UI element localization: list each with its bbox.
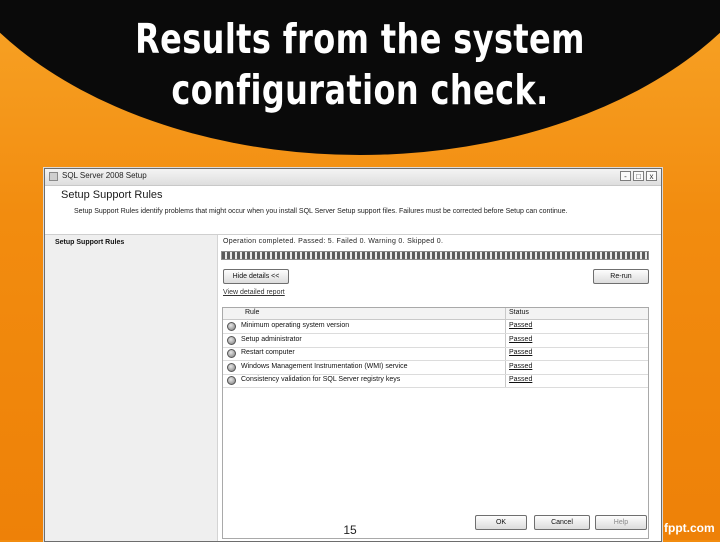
page-title: Setup Support Rules xyxy=(61,189,163,201)
rule-name: Minimum operating system version xyxy=(241,322,350,329)
slide-title-line-2: configuration check. xyxy=(171,66,549,114)
column-header-status[interactable]: Status xyxy=(509,309,529,316)
table-row[interactable]: Setup administrator Passed xyxy=(223,334,648,348)
rule-status-link[interactable]: Passed xyxy=(509,322,532,329)
slide-title-line-1: Results from the system xyxy=(135,15,585,63)
progress-bar xyxy=(221,251,649,260)
passed-icon xyxy=(227,335,236,345)
minimize-button[interactable]: - xyxy=(620,171,631,181)
passed-icon xyxy=(227,362,236,372)
window-controls: - □ x xyxy=(620,171,657,181)
rules-content: Operation completed. Passed: 5. Failed 0… xyxy=(221,235,653,541)
page-header: Setup Support Rules Setup Support Rules … xyxy=(45,186,661,235)
app-icon xyxy=(49,172,58,181)
maximize-button[interactable]: □ xyxy=(633,171,644,181)
slide-page-number: 15 xyxy=(343,523,357,537)
rerun-button[interactable]: Re-run xyxy=(593,269,649,284)
brand-logo-text: fppt.com xyxy=(664,521,715,535)
nav-item-setup-support-rules[interactable]: Setup Support Rules xyxy=(55,239,124,246)
table-header: Rule Status xyxy=(223,308,648,320)
window-title: SQL Server 2008 Setup xyxy=(62,171,147,180)
table-row[interactable]: Minimum operating system version Passed xyxy=(223,320,648,334)
column-header-rule[interactable]: Rule xyxy=(245,309,259,316)
help-button[interactable]: Help xyxy=(595,515,647,530)
passed-icon xyxy=(227,376,236,385)
rule-status-link[interactable]: Passed xyxy=(509,336,532,343)
passed-icon xyxy=(227,322,236,331)
window-titlebar: SQL Server 2008 Setup - □ x xyxy=(45,169,661,186)
cancel-button[interactable]: Cancel xyxy=(534,515,590,530)
passed-icon xyxy=(227,349,236,358)
table-row[interactable]: Restart computer Passed xyxy=(223,347,648,361)
rule-name: Consistency validation for SQL Server re… xyxy=(241,376,401,383)
rule-name: Setup administrator xyxy=(241,335,302,343)
rule-status-link[interactable]: Passed xyxy=(509,376,532,383)
view-detailed-report-link[interactable]: View detailed report xyxy=(223,289,285,296)
table-row[interactable]: Windows Management Instrumentation (WMI)… xyxy=(223,361,648,375)
operation-status: Operation completed. Passed: 5. Failed 0… xyxy=(223,238,444,245)
rule-name: Windows Management Instrumentation (WMI)… xyxy=(241,362,408,370)
setup-window: SQL Server 2008 Setup - □ x Setup Suppor… xyxy=(44,168,662,542)
close-button[interactable]: x xyxy=(646,171,657,181)
rules-table: Rule Status Minimum operating system ver… xyxy=(222,307,649,539)
ok-button[interactable]: OK xyxy=(475,515,527,530)
slide-title: Results from the system configuration ch… xyxy=(79,14,641,116)
table-row[interactable]: Consistency validation for SQL Server re… xyxy=(223,374,648,388)
rule-name: Restart computer xyxy=(241,349,295,356)
hide-details-button[interactable]: Hide details << xyxy=(223,269,289,284)
rule-status-link[interactable]: Passed xyxy=(509,363,532,370)
rule-status-link[interactable]: Passed xyxy=(509,349,532,356)
page-description: Setup Support Rules identify problems th… xyxy=(74,208,568,215)
setup-steps-nav: Setup Support Rules xyxy=(45,235,218,541)
